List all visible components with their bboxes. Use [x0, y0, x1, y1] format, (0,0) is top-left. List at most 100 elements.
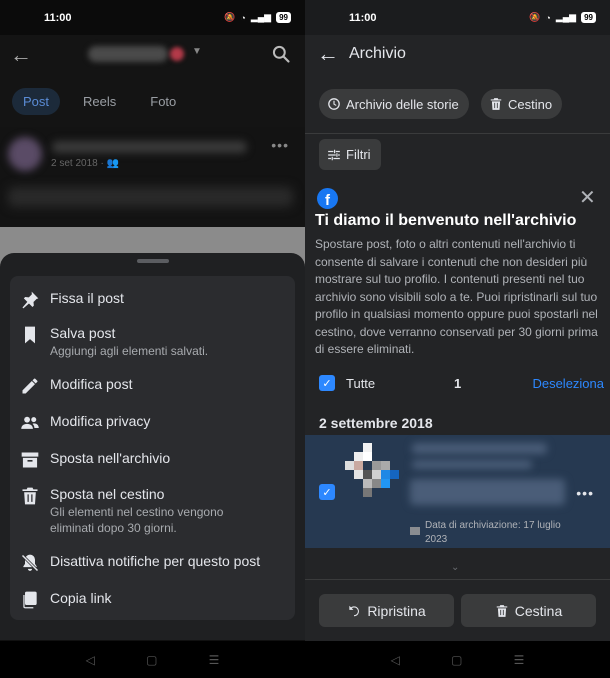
profile-tabs: Post Reels Foto: [0, 75, 305, 127]
status-bar: 11:00 🔕 ◔ ▂▄▆ 99: [0, 0, 305, 35]
trash-action-button[interactable]: Cestina: [461, 594, 596, 627]
blurred-post-text: [8, 187, 293, 207]
stories-archive-button[interactable]: Archivio delle storie: [319, 89, 469, 119]
filters-label: Filtri: [346, 147, 371, 162]
battery-icon: 99: [581, 12, 596, 23]
filters-button[interactable]: Filtri: [319, 139, 381, 170]
menu-item-copy-link[interactable]: Copia link: [10, 589, 295, 610]
people-icon: [21, 416, 39, 429]
menu-item-label: Copia link: [50, 590, 112, 606]
chip-label: Cestino: [508, 96, 553, 112]
archive-small-icon: [410, 527, 420, 535]
deselect-link[interactable]: Deseleziona: [532, 376, 604, 391]
menu-item-archive[interactable]: Sposta nell'archivio: [10, 449, 295, 470]
menu-item-label: Fissa il post: [50, 290, 124, 306]
trash-chip-button[interactable]: Cestino: [481, 89, 563, 119]
menu-item-label: Salva post: [50, 325, 116, 341]
welcome-title: Ti diamo il benvenuto nell'archivio: [315, 212, 577, 229]
post-options-sheet: Fissa il post Salva post Aggiungi agli e…: [0, 253, 305, 640]
signal-icon: ▂▄▆: [555, 12, 577, 22]
status-icons: 🔕 ◔ ▂▄▆ 99: [529, 12, 596, 23]
nav-recents-icon[interactable]: ☰: [209, 653, 220, 667]
selected-count: 1: [454, 376, 462, 391]
back-arrow-icon[interactable]: ←: [10, 42, 32, 68]
menu-item-subtitle: Gli elementi nel cestino vengono elimina…: [50, 505, 224, 535]
back-arrow-icon[interactable]: ←: [317, 41, 339, 67]
chevron-down-icon[interactable]: ⌄: [451, 562, 459, 573]
profile-header: ← ▼: [0, 35, 305, 75]
select-all-checkbox[interactable]: ✓: [319, 375, 335, 391]
blurred-post-author: [52, 141, 247, 153]
android-nav-bar: ◁ ▢ ☰: [305, 641, 610, 678]
tab-post[interactable]: Post: [12, 87, 61, 115]
tab-reels[interactable]: Reels: [72, 88, 127, 115]
menu-item-trash[interactable]: Sposta nel cestino Gli elementi nel cest…: [10, 485, 295, 536]
status-bar: 11:00 🔕 ◔ ▂▄▆ 99: [305, 0, 610, 35]
menu-item-label: Modifica privacy: [50, 413, 151, 429]
tab-foto[interactable]: Foto: [139, 88, 187, 115]
signal-icon: ▂▄▆: [250, 12, 272, 22]
chevron-down-icon[interactable]: ▼: [192, 46, 202, 57]
page-title: Archivio: [349, 45, 406, 62]
android-nav-bar: ◁ ▢ ☰: [0, 641, 305, 678]
trash-icon: [496, 604, 508, 617]
restore-label: Ripristina: [367, 602, 426, 619]
trash-icon: [22, 487, 38, 505]
divider: [305, 133, 610, 134]
status-icons: 🔕 ◔ ▂▄▆ 99: [224, 12, 291, 23]
welcome-body: Spostare post, foto o altri contenuti ne…: [315, 237, 598, 356]
menu-item-save[interactable]: Salva post Aggiungi agli elementi salvat…: [10, 324, 295, 359]
post-date: 2 set 2018 · 👥: [51, 158, 120, 169]
avatar: [8, 137, 42, 171]
blurred-post-title: [412, 443, 547, 454]
sliders-icon: [328, 149, 340, 160]
status-time: 11:00: [44, 11, 72, 24]
menu-item-subtitle: Aggiungi agli elementi salvati.: [50, 344, 209, 358]
nav-recents-icon[interactable]: ☰: [514, 653, 525, 667]
pin-icon: [22, 291, 39, 309]
close-icon[interactable]: ✕: [579, 185, 596, 210]
clock-icon: [328, 98, 340, 110]
archived-post-row[interactable]: ✓ ••• Data di archiviazione: 17 luglio 2…: [305, 435, 610, 548]
nav-back-icon[interactable]: ◁: [391, 653, 400, 667]
nav-back-icon[interactable]: ◁: [86, 653, 95, 667]
search-icon[interactable]: [271, 44, 291, 64]
post-thumbnail: [345, 443, 403, 498]
friends-icon: 👥: [106, 158, 120, 169]
archive-header: ← Archivio: [305, 35, 610, 73]
archive-box-icon: [21, 452, 39, 468]
blurred-profile-badge: [170, 47, 184, 61]
sheet-handle[interactable]: [137, 259, 169, 263]
pencil-icon: [22, 378, 38, 394]
mute-icon: 🔕: [529, 12, 541, 22]
restore-button[interactable]: Ripristina: [319, 594, 454, 627]
menu-item-label: Sposta nel cestino: [50, 486, 165, 502]
trash-action-label: Cestina: [514, 602, 563, 619]
chip-label: Archivio delle storie: [346, 96, 459, 112]
menu-item-privacy[interactable]: Modifica privacy: [10, 412, 295, 433]
blurred-post-text: [410, 479, 565, 505]
wifi-icon: ◔: [240, 12, 246, 23]
mute-icon: 🔕: [224, 12, 236, 22]
options-menu: Fissa il post Salva post Aggiungi agli e…: [10, 276, 295, 620]
bookmark-icon: [25, 326, 35, 344]
nav-home-icon[interactable]: ▢: [146, 653, 157, 667]
action-bar: Ripristina Cestina: [305, 579, 610, 641]
menu-item-label: Sposta nell'archivio: [50, 450, 171, 466]
archive-date: Data di archiviazione: 17 luglio 2023: [410, 519, 580, 547]
blurred-profile-name: [88, 46, 168, 62]
menu-item-notifications[interactable]: Disattiva notifiche per questo post: [10, 552, 295, 573]
bell-off-icon: [21, 554, 39, 572]
select-all-row: ✓ Tutte 1 Deseleziona: [319, 374, 604, 394]
nav-home-icon[interactable]: ▢: [451, 653, 462, 667]
menu-item-pin[interactable]: Fissa il post: [10, 289, 295, 310]
date-heading: 2 settembre 2018: [319, 415, 433, 431]
item-checkbox[interactable]: ✓: [319, 484, 335, 500]
undo-icon: [349, 605, 360, 616]
more-options-icon[interactable]: •••: [271, 137, 289, 153]
left-screen: 11:00 🔕 ◔ ▂▄▆ 99 ← ▼ Post Reels Foto 2 s…: [0, 0, 305, 678]
copy-icon: [23, 591, 37, 609]
more-options-icon[interactable]: •••: [576, 485, 594, 501]
menu-item-edit[interactable]: Modifica post: [10, 375, 295, 396]
menu-item-label: Modifica post: [50, 376, 133, 392]
